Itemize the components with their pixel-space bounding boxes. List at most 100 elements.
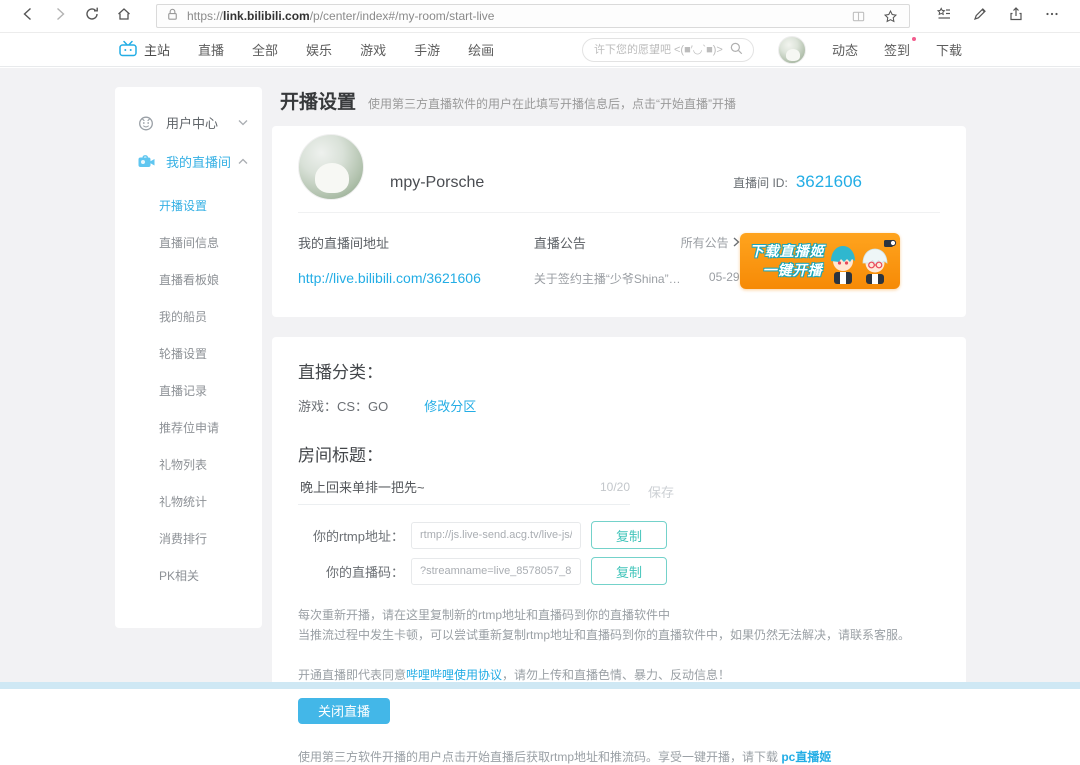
url-text: https://link.bilibili.com/p/center/index… <box>187 9 839 23</box>
nav-list: 直播 全部 娱乐 游戏 手游 绘画 <box>198 40 522 59</box>
reading-view-button[interactable] <box>847 2 869 30</box>
notice-date: 05-29 <box>709 270 740 287</box>
nav-link-download[interactable]: 下载 <box>936 40 962 59</box>
more-icon <box>1044 6 1060 27</box>
save-button[interactable]: 保存 <box>648 482 674 501</box>
share-button[interactable] <box>1000 2 1032 30</box>
notice-title: 关于签约主播“少爷Shina”违... <box>534 270 682 287</box>
sidebar: 用户中心 我的直播间 开播设置直播间信息直播看板娘我的船员轮播设置直播记录推荐位… <box>115 87 262 628</box>
stream-code-label: 你的直播码： <box>298 562 404 581</box>
main-panel: 开播设置 使用第三方直播软件的用户在此填写开播信息后，点击“开始直播”开播 mp… <box>272 87 966 737</box>
nav-item[interactable]: 手游 <box>414 40 440 59</box>
sidebar-menu-item[interactable]: 消费排行 <box>115 520 262 557</box>
all-notices-link[interactable]: 所有公告 <box>681 234 740 251</box>
chevron-up-icon <box>238 158 248 165</box>
favorite-star-button[interactable] <box>879 2 901 30</box>
category-value: 游戏：CS：GO <box>298 396 388 415</box>
forward-button[interactable] <box>44 2 76 30</box>
pen-icon <box>972 6 988 27</box>
sidebar-group-my-room[interactable]: 我的直播间 <box>115 142 262 181</box>
sidebar-menu: 开播设置直播间信息直播看板娘我的船员轮播设置直播记录推荐位申请礼物列表礼物统计消… <box>115 187 262 594</box>
close-live-button[interactable]: 关闭直播 <box>298 698 390 724</box>
streamer-name: mpy-Porsche <box>390 174 484 200</box>
stream-settings-card: 直播分类： 游戏：CS：GO 修改分区 房间标题： 10/20 保存 你的rtm… <box>272 337 966 737</box>
notification-dot <box>912 37 916 41</box>
agreement-note: 开通直播即代表同意哔哩哔哩使用协议，请勿上传和直播色情、暴力、反动信息！ <box>298 666 940 683</box>
nav-home-label: 主站 <box>144 40 170 59</box>
room-id: 直播间 ID: 3621606 <box>733 172 862 200</box>
bilibili-tv-icon <box>118 40 138 60</box>
sidebar-menu-item[interactable]: 礼物列表 <box>115 446 262 483</box>
nav-link-signin[interactable]: 签到 <box>884 40 910 59</box>
nav-item[interactable]: 全部 <box>252 40 278 59</box>
back-button[interactable] <box>12 2 44 30</box>
copy-rtmp-button[interactable]: 复制 <box>591 521 667 549</box>
stream-code-input[interactable] <box>411 558 581 585</box>
search-input[interactable] <box>592 43 729 57</box>
sidebar-menu-item[interactable]: 开播设置 <box>115 187 262 224</box>
room-title-input[interactable] <box>298 478 592 495</box>
user-avatar[interactable] <box>778 36 806 64</box>
web-note-button[interactable] <box>964 2 996 30</box>
sidebar-menu-item[interactable]: 我的船员 <box>115 298 262 335</box>
streamer-avatar[interactable] <box>298 134 364 200</box>
refresh-icon <box>84 6 100 27</box>
search-icon[interactable] <box>729 41 744 59</box>
edit-category-link[interactable]: 修改分区 <box>424 396 476 415</box>
bottom-strip <box>0 682 1080 689</box>
room-title-field: 10/20 <box>298 478 630 505</box>
rtmp-address-input[interactable] <box>411 522 581 549</box>
nav-item[interactable]: 娱乐 <box>306 40 332 59</box>
room-title-section-title: 房间标题： <box>298 441 940 466</box>
room-id-value: 3621606 <box>796 172 862 192</box>
sidebar-group-label: 用户中心 <box>166 113 218 132</box>
agreement-link[interactable]: 哔哩哔哩使用协议 <box>406 668 502 682</box>
forward-icon <box>52 6 68 27</box>
notice-item[interactable]: 关于签约主播“少爷Shina”违... 05-29 <box>534 270 740 287</box>
site-navbar: 主站 直播 全部 娱乐 游戏 手游 绘画 动态 签到 下载 <box>0 33 1080 67</box>
category-section-title: 直播分类： <box>298 358 940 383</box>
sidebar-group-user-center[interactable]: 用户中心 <box>115 103 262 142</box>
room-id-label: 直播间 ID: <box>733 174 788 191</box>
sidebar-menu-item[interactable]: 直播看板娘 <box>115 261 262 298</box>
lock-icon <box>165 7 180 25</box>
usage-tips: 每次重新开播，请在这里复制新的rtmp地址和直播码到你的直播软件中 当推流过程中… <box>298 605 940 646</box>
sidebar-menu-item[interactable]: 直播间信息 <box>115 224 262 261</box>
notice-label: 直播公告 <box>534 233 586 252</box>
more-menu-button[interactable] <box>1036 2 1068 30</box>
rtmp-address-label: 你的rtmp地址： <box>298 526 404 545</box>
sidebar-menu-item[interactable]: 轮播设置 <box>115 335 262 372</box>
pc-livehime-link[interactable]: pc直播姬 <box>781 750 831 764</box>
sidebar-menu-item[interactable]: 直播记录 <box>115 372 262 409</box>
nav-item[interactable]: 直播 <box>198 40 224 59</box>
page-subtitle: 使用第三方直播软件的用户在此填写开播信息后，点击“开始直播”开播 <box>368 95 736 112</box>
banner-mascots-illustration <box>818 233 898 289</box>
nav-item[interactable]: 游戏 <box>360 40 386 59</box>
address-bar[interactable]: https://link.bilibili.com/p/center/index… <box>156 4 910 28</box>
refresh-button[interactable] <box>76 2 108 30</box>
chevron-down-icon <box>238 119 248 126</box>
sidebar-menu-item[interactable]: PK相关 <box>115 557 262 594</box>
footer-note: 使用第三方软件开播的用户点击开始直播后获取rtmp地址和推流码。享受一键开播，请… <box>298 748 940 765</box>
chevron-right-icon <box>733 236 740 250</box>
browser-toolbar: https://link.bilibili.com/p/center/index… <box>0 0 1080 33</box>
page-title: 开播设置 <box>280 87 356 114</box>
room-address-link[interactable]: http://live.bilibili.com/3621606 <box>298 270 534 286</box>
home-button[interactable] <box>108 2 140 30</box>
sidebar-menu-item[interactable]: 推荐位申请 <box>115 409 262 446</box>
home-icon <box>116 6 132 27</box>
nav-link-dynamic[interactable]: 动态 <box>832 40 858 59</box>
nav-item[interactable]: 绘画 <box>468 40 494 59</box>
char-counter: 10/20 <box>600 480 630 494</box>
search-box <box>582 38 754 62</box>
nav-item-main-site[interactable]: 主站 <box>118 40 170 60</box>
sidebar-menu-item[interactable]: 礼物统计 <box>115 483 262 520</box>
share-icon <box>1008 6 1024 27</box>
room-info-card: mpy-Porsche 直播间 ID: 3621606 我的直播间地址 http… <box>272 126 966 317</box>
download-livehime-banner[interactable]: 下载直播姬 一键开播 <box>740 233 900 289</box>
banner-text: 下载直播姬 一键开播 <box>750 242 825 280</box>
page-content: 用户中心 我的直播间 开播设置直播间信息直播看板娘我的船员轮播设置直播记录推荐位… <box>0 68 1080 689</box>
copy-stream-code-button[interactable]: 复制 <box>591 557 667 585</box>
sidebar-group-label: 我的直播间 <box>166 152 231 171</box>
favorites-hub-button[interactable] <box>928 2 960 30</box>
